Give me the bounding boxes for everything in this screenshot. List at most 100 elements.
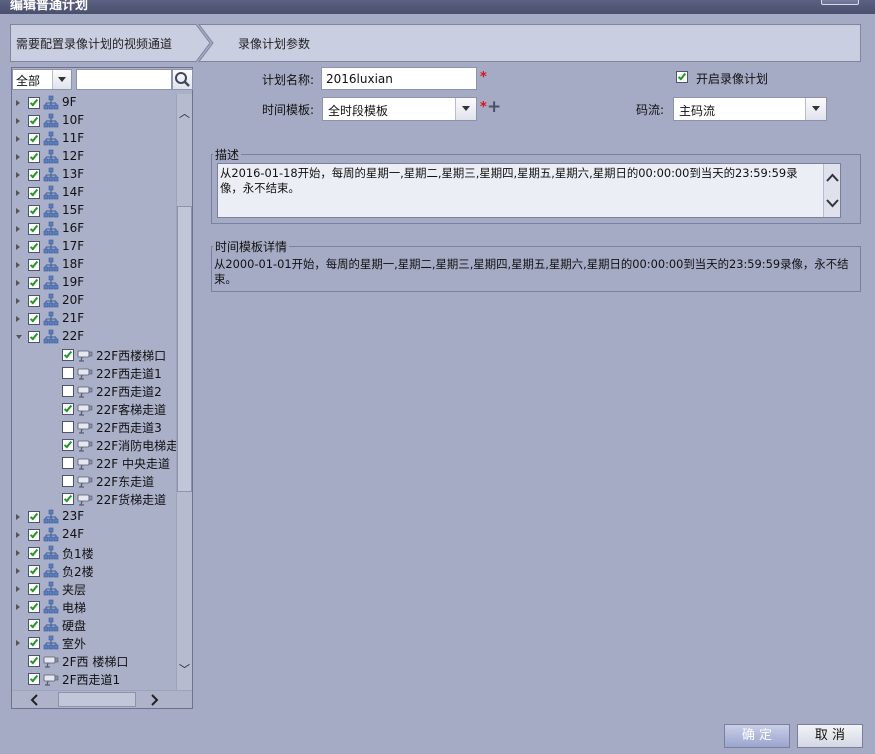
tree-node[interactable]: 14F (12, 184, 176, 202)
expand-arrow-icon[interactable] (16, 298, 20, 304)
tree-node-checkbox[interactable] (62, 349, 74, 361)
tree-node-checkbox[interactable] (28, 673, 40, 685)
expand-arrow-icon[interactable] (16, 550, 20, 556)
tree-node-checkbox[interactable] (28, 295, 40, 307)
expand-arrow-icon[interactable] (16, 586, 20, 592)
cancel-button[interactable]: 取 消 (797, 724, 863, 748)
tree-node[interactable]: 22F消防电梯走道 (12, 436, 176, 454)
add-template-icon[interactable]: + (487, 99, 501, 116)
tree-horizontal-scrollbar[interactable] (12, 690, 192, 708)
window-close-button[interactable] (821, 0, 859, 5)
scroll-up-icon[interactable] (825, 172, 840, 184)
tree-node[interactable]: 13F (12, 166, 176, 184)
tree-vertical-scroll-thumb[interactable] (177, 206, 192, 492)
tree-node-checkbox[interactable] (28, 151, 40, 163)
expand-arrow-icon[interactable] (16, 226, 20, 232)
tree-node[interactable]: 16F (12, 220, 176, 238)
tree-node[interactable]: 22F西走道2 (12, 382, 176, 400)
tree-node[interactable]: 19F (12, 274, 176, 292)
tree-node-checkbox[interactable] (28, 619, 40, 631)
tree-node[interactable]: 22F 中央走道 (12, 454, 176, 472)
tree-node[interactable]: 负1楼 (12, 544, 176, 562)
tree-node[interactable]: 21F (12, 310, 176, 328)
tree-node-checkbox[interactable] (28, 313, 40, 325)
tree-node-checkbox[interactable] (28, 97, 40, 109)
expand-arrow-icon[interactable] (16, 568, 20, 574)
tree-node[interactable]: 硬盘 (12, 616, 176, 634)
plan-name-input[interactable]: 2016luxian (321, 67, 477, 90)
tree-node-checkbox[interactable] (62, 439, 74, 451)
expand-arrow-icon[interactable] (16, 640, 20, 646)
scroll-right-icon[interactable] (148, 694, 160, 706)
expand-arrow-icon[interactable] (16, 316, 20, 322)
enable-plan-checkbox[interactable] (676, 71, 688, 83)
tree-node-checkbox[interactable] (28, 169, 40, 181)
scope-dropdown-button[interactable] (52, 70, 71, 89)
tree-node[interactable]: 22F西楼梯口 (12, 346, 176, 364)
tree-node[interactable]: 22F东走道 (12, 472, 176, 490)
expand-arrow-icon[interactable] (16, 190, 20, 196)
tree-node-checkbox[interactable] (62, 457, 74, 469)
tree-node[interactable]: 18F (12, 256, 176, 274)
step-select-channels[interactable]: 需要配置录像计划的视频通道 (16, 35, 172, 52)
tree-node[interactable]: 22F西走道3 (12, 418, 176, 436)
tree-node[interactable]: 室外 (12, 634, 176, 652)
tree-node-checkbox[interactable] (28, 655, 40, 667)
expand-arrow-icon[interactable] (16, 172, 20, 178)
tree-node[interactable]: 15F (12, 202, 176, 220)
tree-search-input[interactable] (76, 69, 172, 90)
ok-button[interactable]: 确 定 (724, 724, 790, 748)
expand-arrow-icon[interactable] (16, 244, 20, 250)
expand-arrow-icon[interactable] (16, 280, 20, 286)
tree-node-checkbox[interactable] (28, 187, 40, 199)
tree-node-checkbox[interactable] (28, 529, 40, 541)
template-select[interactable]: 全时段模板 (322, 97, 477, 121)
expand-arrow-open-icon[interactable] (16, 335, 22, 339)
description-textarea[interactable]: 从2016-01-18开始，每周的星期一,星期二,星期三,星期四,星期五,星期六… (217, 163, 841, 218)
scroll-down-icon[interactable] (825, 197, 840, 209)
expand-arrow-icon[interactable] (16, 100, 20, 106)
tree-node[interactable]: 电梯 (12, 598, 176, 616)
tree-node[interactable]: 24F (12, 526, 176, 544)
tree-node[interactable]: 22F客梯走道 (12, 400, 176, 418)
scroll-up-icon[interactable]: ︿ (179, 108, 190, 119)
tree-node[interactable]: 夹层 (12, 580, 176, 598)
tree-horizontal-scroll-thumb[interactable] (58, 692, 136, 707)
tree-node-checkbox[interactable] (62, 475, 74, 487)
tree-node[interactable]: 12F (12, 148, 176, 166)
tree-node-checkbox[interactable] (28, 583, 40, 595)
tree-node-checkbox[interactable] (28, 223, 40, 235)
expand-arrow-icon[interactable] (16, 604, 20, 610)
tree-node-checkbox[interactable] (28, 241, 40, 253)
step-plan-params[interactable]: 录像计划参数 (238, 35, 310, 52)
tree-node[interactable]: 22F货梯走道 (12, 490, 176, 508)
template-dropdown-button[interactable] (455, 98, 476, 120)
tree-node-checkbox[interactable] (28, 637, 40, 649)
tree-node[interactable]: 11F (12, 130, 176, 148)
tree-node[interactable]: 10F (12, 112, 176, 130)
expand-arrow-icon[interactable] (16, 208, 20, 214)
scroll-down-icon[interactable]: ﹀ (179, 664, 190, 675)
scope-select[interactable]: 全部 (12, 69, 72, 90)
description-scrollbar[interactable] (823, 164, 840, 217)
tree-node[interactable]: 17F (12, 238, 176, 256)
tree-node-checkbox[interactable] (62, 421, 74, 433)
tree-node[interactable]: 2F西走道1 (12, 670, 176, 688)
expand-arrow-icon[interactable] (16, 514, 20, 520)
expand-arrow-icon[interactable] (16, 262, 20, 268)
tree-node-checkbox[interactable] (62, 493, 74, 505)
tree-node-checkbox[interactable] (62, 385, 74, 397)
stream-dropdown-button[interactable] (805, 98, 826, 120)
tree-search-button[interactable] (172, 69, 193, 90)
expand-arrow-icon[interactable] (16, 136, 20, 142)
tree-node-checkbox[interactable] (62, 367, 74, 379)
stream-select[interactable]: 主码流 (673, 97, 827, 121)
tree-node-checkbox[interactable] (28, 565, 40, 577)
expand-arrow-icon[interactable] (16, 118, 20, 124)
tree-node-checkbox[interactable] (28, 205, 40, 217)
tree-node-checkbox[interactable] (62, 403, 74, 415)
tree-node-checkbox[interactable] (28, 511, 40, 523)
tree-node-checkbox[interactable] (28, 259, 40, 271)
tree-node-checkbox[interactable] (28, 547, 40, 559)
tree-node[interactable]: 20F (12, 292, 176, 310)
